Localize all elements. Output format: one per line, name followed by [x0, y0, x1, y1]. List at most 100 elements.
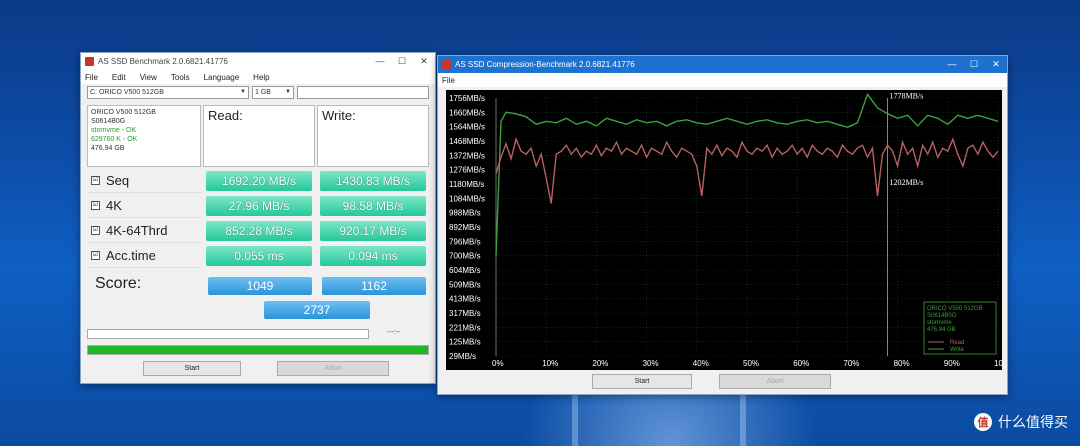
checkbox[interactable]: ☑	[91, 201, 100, 210]
main-progress-bar	[87, 345, 429, 355]
series-line-write	[495, 92, 999, 256]
series-line-read	[495, 136, 999, 204]
y-tick-label: 509MB/s	[449, 280, 481, 289]
menu-language[interactable]: Language	[204, 73, 240, 82]
drive-select[interactable]: C: ORICO V500 512GB ▼	[87, 86, 249, 99]
row-label: Seq	[106, 173, 130, 188]
app-icon	[442, 60, 451, 69]
annotation-read: 1202MB/s	[890, 178, 924, 187]
x-tick-label: 80%	[894, 359, 910, 368]
watermark-text: 什么值得买	[998, 414, 1068, 430]
score-total: 2737	[264, 301, 370, 319]
y-tick-label: 1180MB/s	[449, 180, 484, 189]
window-title: AS SSD Compression-Benchmark 2.0.6821.41…	[455, 60, 635, 69]
maximize-icon[interactable]: ☐	[963, 59, 985, 70]
x-tick-label: 70%	[843, 359, 859, 368]
write-header: Write:	[317, 105, 429, 167]
minimize-icon[interactable]: —	[369, 56, 391, 67]
y-tick-label: 125MB/s	[449, 338, 481, 347]
checkbox[interactable]: ☑	[91, 226, 100, 235]
start-button[interactable]: Start	[143, 361, 241, 376]
menubar: File	[438, 73, 1007, 87]
drive-capacity: 476.94 GB	[91, 145, 125, 152]
score-label: Score:	[95, 275, 142, 292]
y-tick-label: 413MB/s	[449, 295, 481, 304]
watermark-logo-icon: 值	[974, 413, 992, 431]
y-tick-label: 1660MB/s	[449, 108, 485, 117]
close-icon[interactable]: ✕	[413, 56, 435, 67]
row-label: 4K	[106, 198, 122, 213]
as-ssd-window: AS SSD Benchmark 2.0.6821.41776 — ☐ ✕ Fi…	[80, 52, 436, 384]
y-tick-label: 29MB/s	[449, 352, 476, 361]
size-select-value: 1 GB	[255, 89, 271, 96]
menu-view[interactable]: View	[140, 73, 157, 82]
progress-fill	[88, 346, 428, 354]
y-tick-label: 604MB/s	[449, 266, 481, 275]
x-tick-label: 50%	[743, 359, 759, 368]
row-4k[interactable]: ☑ 4K	[87, 194, 201, 218]
legend-info: ORICO V500 512GB	[927, 306, 983, 312]
4k64-read-value: 852.28 MB/s	[206, 221, 312, 241]
y-tick-label: 892MB/s	[449, 223, 481, 232]
desktop-beam	[740, 392, 746, 446]
drive-select-value: C: ORICO V500 512GB	[90, 89, 164, 96]
checkbox[interactable]: ☑	[91, 176, 100, 185]
y-tick-label: 317MB/s	[449, 309, 481, 318]
menu-file[interactable]: File	[85, 73, 98, 82]
row-seq[interactable]: ☑ Seq	[87, 169, 201, 193]
menu-edit[interactable]: Edit	[112, 73, 126, 82]
annotation-write: 1778MB/s	[890, 92, 924, 101]
menu-tools[interactable]: Tools	[171, 73, 190, 82]
seq-write-value: 1430.83 MB/s	[320, 171, 426, 191]
abort-button[interactable]: Abort	[719, 374, 831, 389]
x-tick-label: 0%	[492, 359, 504, 368]
score-write: 1162	[322, 277, 426, 295]
x-tick-label: 60%	[793, 359, 809, 368]
y-tick-label: 796MB/s	[449, 237, 481, 246]
app-icon	[85, 57, 94, 66]
score-read: 1049	[208, 277, 312, 295]
time-remaining: ---:--	[387, 329, 401, 336]
4k-read-value: 27.96 MB/s	[206, 196, 312, 216]
legend-write-label: Write	[950, 347, 965, 353]
watermark: 值 什么值得买	[974, 412, 1068, 432]
maximize-icon[interactable]: ☐	[391, 56, 413, 67]
seq-read-value: 1692.20 MB/s	[206, 171, 312, 191]
drive-firmware: S0614B0G	[91, 118, 126, 125]
x-tick-label: 40%	[693, 359, 709, 368]
close-icon[interactable]: ✕	[985, 59, 1007, 70]
4k-write-value: 98.58 MB/s	[320, 196, 426, 216]
row-4k-64thrd[interactable]: ☑ 4K-64Thrd	[87, 219, 201, 243]
desktop-beam	[572, 392, 578, 446]
window-title: AS SSD Benchmark 2.0.6821.41776	[98, 57, 228, 66]
read-header: Read:	[203, 105, 315, 167]
minimize-icon[interactable]: —	[941, 59, 963, 70]
drive-model: ORICO V500 512GB	[91, 109, 156, 116]
chart-svg: 29MB/s 125MB/s 221MB/s 317MB/s 413MB/s 509MB/…	[449, 92, 1002, 368]
legend-read-label: Read	[950, 340, 964, 346]
x-tick-label: 30%	[643, 359, 659, 368]
y-tick-label: 221MB/s	[449, 323, 481, 332]
compression-window: AS SSD Compression-Benchmark 2.0.6821.41…	[437, 55, 1008, 395]
x-tick-label: 90%	[944, 359, 960, 368]
size-select[interactable]: 1 GB ▼	[252, 86, 294, 99]
compression-titlebar: AS SSD Compression-Benchmark 2.0.6821.41…	[438, 56, 1007, 73]
start-button[interactable]: Start	[592, 374, 692, 389]
acc-read-value: 0.055 ms	[206, 246, 312, 266]
sub-progress-bar	[87, 329, 369, 339]
y-tick-label: 1756MB/s	[449, 94, 485, 103]
menu-help[interactable]: Help	[253, 73, 269, 82]
checkbox[interactable]: ☑	[91, 251, 100, 260]
chevron-down-icon: ▼	[240, 89, 246, 95]
path-field[interactable]	[297, 86, 429, 99]
legend-info: stornvme	[927, 320, 952, 326]
as-ssd-titlebar: AS SSD Benchmark 2.0.6821.41776 — ☐ ✕	[81, 53, 435, 70]
acc-write-value: 0.094 ms	[320, 246, 426, 266]
y-tick-label: 988MB/s	[449, 209, 481, 218]
menu-file[interactable]: File	[442, 76, 455, 85]
row-acc-time[interactable]: ☑ Acc.time	[87, 244, 201, 268]
y-tick-label: 1084MB/s	[449, 194, 485, 203]
x-tick-label: 100%	[994, 359, 1002, 368]
legend-info: S0614B0G	[927, 313, 957, 319]
abort-button[interactable]: Abort	[277, 361, 389, 376]
